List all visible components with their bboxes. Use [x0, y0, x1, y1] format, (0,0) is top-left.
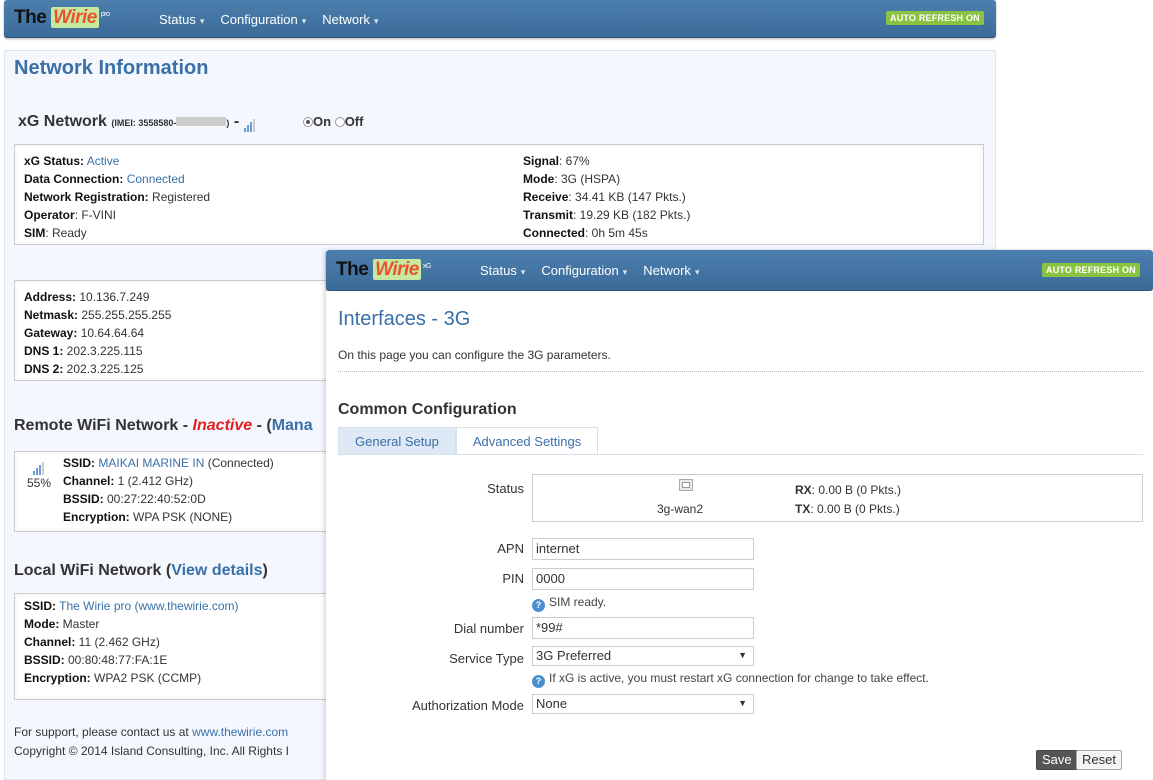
local-wifi-details: SSID: The Wirie pro (www.thewirie.com) M… [24, 597, 239, 687]
remote-wifi-details: SSID: MAIKAI MARINE IN (Connected) Chann… [63, 454, 274, 526]
xg-status-box: xG Status: Active Data Connection: Conne… [14, 144, 984, 245]
local-mode-row: Mode: Master [24, 617, 100, 631]
front-nav-menu: Status ▾ Configuration ▾ Network ▾ [480, 263, 699, 278]
xg-power-toggle: On Off [303, 114, 363, 129]
interfaces-3g-window: The Wirie xG Status ▾ Configuration ▾ Netwo… [326, 250, 1153, 780]
help-icon: ? [532, 599, 545, 612]
xg-status-row: xG Status: Active [24, 154, 120, 168]
footer: For support, please contact us at www.th… [14, 723, 289, 761]
local-ssid-row: SSID: The Wirie pro (www.thewirie.com) [24, 599, 239, 613]
section-heading: Common Configuration [338, 401, 517, 418]
authorization-mode-label: Authorization Mode [411, 698, 524, 713]
ssid-row: SSID: MAIKAI MARINE IN (Connected) [63, 456, 274, 470]
connected-row: Connected: 0h 5m 45s [523, 226, 648, 240]
remote-wifi-status: Inactive [192, 417, 253, 434]
pin-hint: ? SIM ready. [532, 595, 606, 612]
remote-signal-percent: 55% [27, 476, 52, 490]
mode-row: Mode: 3G (HSPA) [523, 172, 621, 186]
local-channel-row: Channel: 11 (2.462 GHz) [24, 635, 160, 649]
xg-network-heading: xG Network (IMEI: 3558580-) - [18, 113, 256, 132]
remote-wifi-manage-link[interactable]: Mana [272, 417, 313, 434]
local-wifi-heading: Local WiFi Network (View details) [14, 562, 268, 579]
nav-status[interactable]: Status ▾ [159, 12, 204, 27]
tab-advanced-settings[interactable]: Advanced Settings [455, 427, 599, 455]
status-box: 3g-wan2 RX: 0.00 B (0 Pkts.) TX: 0.00 B … [532, 474, 1143, 522]
network-registration-row: Network Registration: Registered [24, 190, 211, 204]
top-navbar: The Wirie pro Status ▾ Configuration ▾ Netw… [4, 0, 996, 38]
status-interface-name: 3g-wan2 [657, 502, 704, 516]
xg-status-left: xG Status: Active Data Connection: Conne… [24, 152, 504, 242]
xg-status-right: Signal: 67% Mode: 3G (HSPA) Receive: 34.… [523, 152, 963, 242]
tab-general-setup[interactable]: General Setup [338, 427, 456, 455]
redacted-imei [176, 117, 227, 126]
service-type-select[interactable]: 3G Preferred ▼ [532, 646, 754, 666]
nav-network[interactable]: Network ▾ [322, 12, 378, 27]
data-connection-row: Data Connection: Connected [24, 172, 185, 186]
front-nav-status[interactable]: Status ▾ [480, 263, 525, 278]
local-wifi-view-details-link[interactable]: View details [171, 562, 262, 579]
dns1-row: DNS 1: 202.3.225.115 [24, 344, 143, 358]
status-rx: RX: 0.00 B (0 Pkts.) [795, 483, 902, 497]
front-nav-network[interactable]: Network ▾ [643, 263, 699, 278]
receive-row: Receive: 34.41 KB (147 Pkts.) [523, 190, 686, 204]
front-brand-logo[interactable]: The Wirie xG [336, 259, 431, 281]
apn-label: APN [497, 541, 524, 556]
local-bssid-row: BSSID: 00:80:48:77:FA:1E [24, 653, 168, 667]
radio-on[interactable] [303, 117, 313, 127]
apn-input[interactable]: internet [532, 538, 754, 560]
front-auto-refresh-badge[interactable]: AUTO REFRESH ON [1042, 263, 1140, 277]
help-icon: ? [532, 675, 545, 688]
operator-row: Operator: F-VINI [24, 208, 117, 222]
chevron-down-icon: ▼ [738, 698, 747, 708]
address-row: Address: 10.136.7.249 [24, 290, 150, 304]
front-navbar: The Wirie xG Status ▾ Configuration ▾ Netwo… [326, 250, 1153, 291]
signal-bars-icon [243, 114, 256, 132]
status-label: Status [487, 481, 524, 496]
service-type-hint: ? If xG is active, you must restart xG co… [532, 671, 929, 688]
netmask-row: Netmask: 255.255.255.255 [24, 308, 172, 322]
service-type-label: Service Type [449, 651, 524, 666]
brand-logo[interactable]: The Wirie pro [14, 7, 110, 29]
config-tabs: General Setup Advanced Settings [338, 427, 599, 455]
reset-button[interactable]: Reset [1076, 750, 1122, 770]
divider [338, 371, 1143, 372]
dial-number-input[interactable]: *99# [532, 617, 754, 639]
wifi-signal-icon [33, 456, 45, 475]
tab-underline [338, 454, 1143, 455]
radio-off[interactable] [334, 117, 345, 127]
local-encryption-row: Encryption: WPA2 PSK (CCMP) [24, 671, 202, 685]
support-line: For support, please contact us at www.th… [14, 725, 289, 739]
local-ssid-link[interactable]: The Wirie pro (www.thewirie.com) [59, 599, 238, 613]
signal-row: Signal: 67% [523, 154, 590, 168]
pin-input[interactable]: 0000 [532, 568, 754, 590]
status-tx: TX: 0.00 B (0 Pkts.) [795, 502, 900, 516]
dns2-row: DNS 2: 202.3.225.125 [24, 362, 144, 376]
bssid-row: BSSID: 00:27:22:40:52:0D [63, 492, 206, 506]
ip-list: Address: 10.136.7.249 Netmask: 255.255.2… [24, 288, 171, 378]
front-nav-configuration[interactable]: Configuration ▾ [541, 263, 627, 278]
encryption-row: Encryption: WPA PSK (NONE) [63, 510, 233, 524]
page-title: Network Information [14, 57, 209, 79]
support-link[interactable]: www.thewirie.com [192, 725, 288, 739]
auto-refresh-badge[interactable]: AUTO REFRESH ON [886, 11, 984, 25]
remote-wifi-heading: Remote WiFi Network - Inactive - (Mana [14, 417, 313, 434]
save-button[interactable]: Save [1036, 750, 1078, 770]
xg-status-value[interactable]: Active [87, 154, 120, 168]
pin-label: PIN [502, 571, 524, 586]
remote-ssid-link[interactable]: MAIKAI MARINE IN [98, 456, 204, 470]
dial-number-label: Dial number [453, 621, 524, 636]
nav-menu: Status ▾ Configuration ▾ Network ▾ [159, 12, 378, 27]
interfaces-title: Interfaces - 3G [338, 308, 471, 330]
nav-configuration[interactable]: Configuration ▾ [220, 12, 306, 27]
authorization-mode-select[interactable]: None ▼ [532, 694, 754, 714]
page-description: On this page you can configure the 3G pa… [338, 348, 611, 362]
sim-row: SIM: Ready [24, 226, 87, 240]
network-interface-icon [679, 479, 693, 491]
transmit-row: Transmit: 19.29 KB (182 Pkts.) [523, 208, 691, 222]
gateway-row: Gateway: 10.64.64.64 [24, 326, 145, 340]
channel-row: Channel: 1 (2.412 GHz) [63, 474, 194, 488]
chevron-down-icon: ▼ [738, 650, 747, 660]
copyright-line: Copyright © 2014 Island Consulting, Inc.… [14, 744, 289, 758]
data-connection-value[interactable]: Connected [127, 172, 185, 186]
